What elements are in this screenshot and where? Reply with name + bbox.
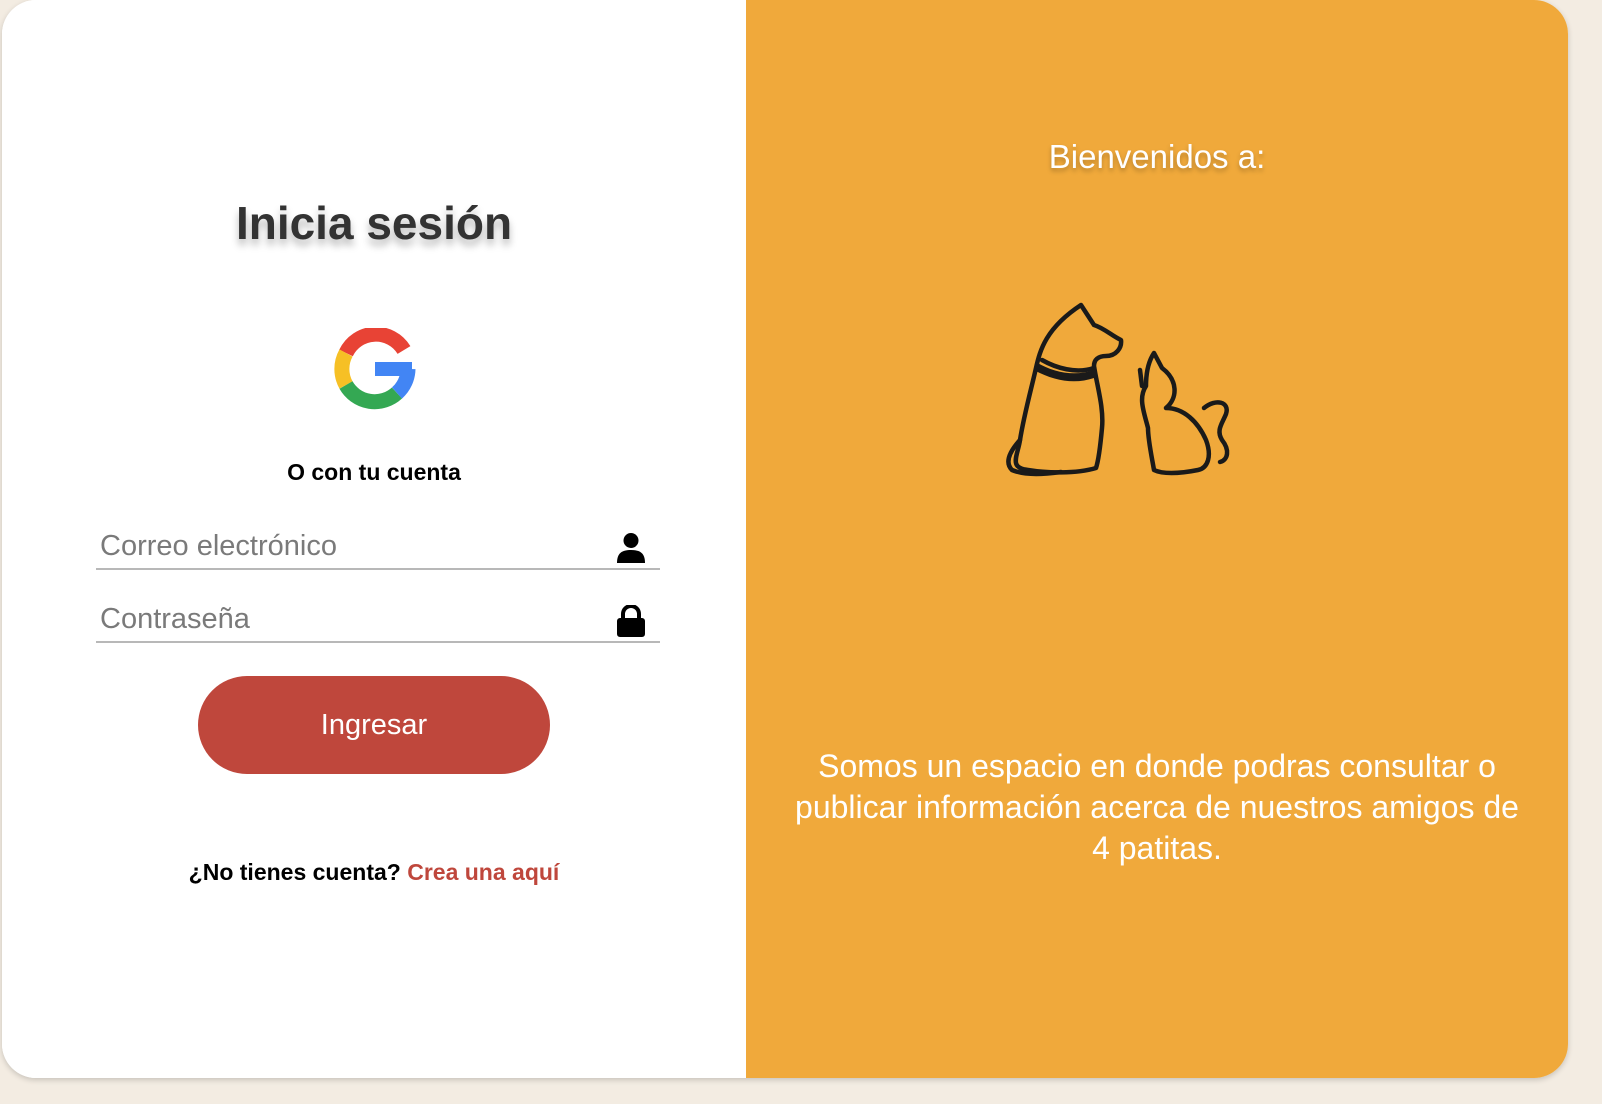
page-title: Inicia sesión [235,197,513,249]
email-field-container [96,524,660,570]
signup-prompt-text: ¿No tienes cuenta? [188,859,401,885]
promo-description: Somos un espacio en donde podras consult… [795,748,1519,866]
welcome-heading: Bienvenidos a: [1048,138,1266,175]
submit-button[interactable]: Ingresar [198,676,550,774]
signup-link[interactable]: Crea una aquí [407,859,559,885]
login-card: Inicia sesión O con tu cuenta Correo ele… [2,0,1568,1078]
password-field[interactable] [100,597,600,641]
lock-icon [616,604,646,637]
pet-lovers-logo [916,290,1396,670]
email-field[interactable] [100,524,600,568]
google-icon[interactable] [334,326,416,410]
login-panel: Inicia sesión O con tu cuenta Correo ele… [2,0,746,1078]
alt-login-text: O con tu cuenta [287,459,461,485]
signup-prompt: ¿No tienes cuenta? Crea una aquí [2,859,746,886]
promo-panel: Bienvenidos a: Somos un espacio en donde… [746,0,1568,1078]
password-field-container [96,597,660,643]
user-icon [616,532,646,564]
